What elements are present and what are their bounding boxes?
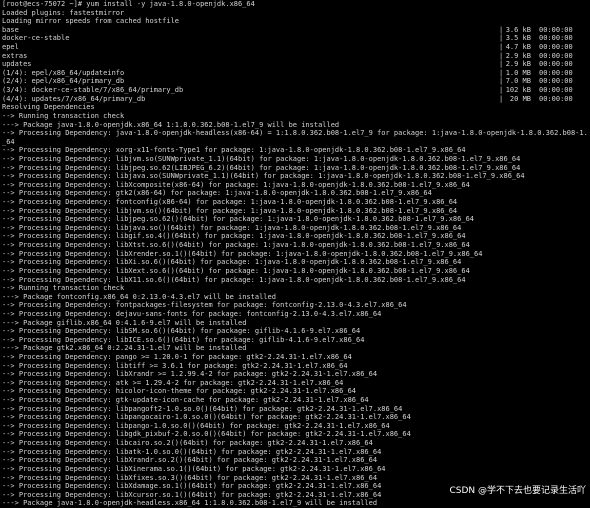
repo-time: 00:00:00	[539, 25, 573, 34]
repo-row: (2/4): epel/x86_64/primary_db | 7.0 MB 00:0…	[2, 77, 588, 86]
log-lines: Resolving Dependencies --> Running transa…	[2, 103, 588, 508]
repo-name: (2/4): epel/x86_64/primary_db	[2, 77, 125, 86]
log-line: --> Processing Dependency: libpangoft2-1…	[2, 404, 403, 413]
log-line: --> Processing Dependency: libXrandr.so.…	[2, 456, 378, 465]
log-line: Resolving Dependencies	[2, 103, 95, 112]
log-line: --> Processing Dependency: gtk2(x86-64) …	[2, 189, 432, 198]
repo-row: extras | 2.9 kB 00:00:00	[2, 52, 588, 61]
log-line: --> Processing Dependency: libcairo.so.2…	[2, 439, 373, 448]
repo-size: 1.0 MB	[505, 68, 531, 77]
log-line: --> Processing Dependency: libjvm.so()(6…	[2, 206, 458, 215]
log-line: --> Processing Dependency: java-1.8.0-op…	[2, 129, 588, 138]
plugins-line: Loaded plugins: fastestmirror	[2, 8, 125, 17]
log-line: --> Processing Dependency: libICE.so.6()…	[2, 335, 365, 344]
log-line: --> Processing Dependency: libjpeg.so.62…	[2, 215, 475, 224]
log-line: --> Processing Dependency: libXtst.so.6(…	[2, 241, 470, 250]
repo-row: (3/4): docker-ce-stable/7/x86_64/primary…	[2, 86, 588, 95]
repo-time: 00:00:00	[539, 94, 573, 103]
repo-time: 00:00:00	[539, 68, 573, 77]
log-line: ---> Package java-1.8.0-openjdk.x86_64 1…	[2, 120, 340, 129]
log-line: --> Processing Dependency: libjvm.so(SUN…	[2, 154, 521, 163]
repo-row: (4/4): updates/7/x86_64/primary_db | 20 MB…	[2, 95, 588, 104]
log-line: _64	[2, 137, 15, 146]
repo-size: 2.9 kB	[505, 51, 531, 60]
repo-name: epel	[2, 43, 19, 52]
log-line: ---> Package java-1.8.0-openjdk-headless…	[2, 499, 378, 508]
csdn-watermark: CSDN @学不下去也要记录生活吖	[449, 486, 586, 496]
log-line: --> Processing Dependency: libXinerama.s…	[2, 464, 386, 473]
log-line: --> Processing Dependency: libjava.so()(…	[2, 223, 462, 232]
log-line: --> Processing Dependency: libXrandr >= …	[2, 370, 378, 379]
log-line: --> Processing Dependency: libtiff >= 3.…	[2, 361, 348, 370]
prompt-line: [root@ecs-75072 ~]# yum install -y java-…	[2, 0, 255, 8]
log-line: --> Processing Dependency: libXext.so.6(…	[2, 266, 470, 275]
log-line: --> Processing Dependency: hicolor-icon-…	[2, 387, 357, 396]
log-line: --> Processing Dependency: gtk-update-ic…	[2, 396, 369, 405]
repo-time: 00:00:00	[539, 77, 573, 86]
repo-row: docker-ce-stable | 3.5 kB 00:00:00	[2, 34, 588, 43]
log-line: --> Processing Dependency: libSM.so.6()(…	[2, 327, 361, 336]
log-line: --> Processing Dependency: fontconfig(x8…	[2, 198, 458, 207]
terminal-output[interactable]: [root@ecs-75072 ~]# yum install -y java-…	[0, 0, 590, 507]
log-line: --> Processing Dependency: libgif.so.4()…	[2, 232, 466, 241]
log-line: ---> Package gtk2.x86_64 0:2.24.31-1.el7…	[2, 344, 247, 353]
repo-size: 20 MB	[509, 94, 531, 103]
repo-size: 7.0 MB	[505, 77, 531, 86]
repo-size: 2.9 kB	[505, 60, 531, 69]
log-line: --> Processing Dependency: libXi.so.6()(…	[2, 258, 462, 267]
mirror-line: Loading mirror speeds from cached hostfi…	[2, 17, 180, 26]
repo-name: (3/4): docker-ce-stable/7/x86_64/primary…	[2, 86, 184, 95]
repo-time: 00:00:00	[539, 51, 573, 60]
log-line: --> Processing Dependency: libXcomposite…	[2, 180, 470, 189]
repo-name: base	[2, 25, 19, 34]
repo-list: base | 3.6 kB 00:00:00 docker-ce-stable | 3.5 …	[2, 26, 588, 103]
log-line: --> Processing Dependency: libXrender.so…	[2, 249, 483, 258]
repo-row: updates | 2.9 kB 00:00:00	[2, 60, 588, 69]
log-line: --> Processing Dependency: fontpackages-…	[2, 301, 407, 310]
log-line: --> Processing Dependency: libjpeg.so.62…	[2, 163, 521, 172]
repo-name: updates	[2, 60, 32, 69]
log-line: --> Processing Dependency: pango >= 1.20…	[2, 352, 352, 361]
repo-time: 00:00:00	[539, 86, 573, 95]
log-line: --> Processing Dependency: dejavu-sans-f…	[2, 309, 382, 318]
repo-time: 00:00:00	[539, 60, 573, 69]
log-line: ---> Package giflib.x86_64 0:4.1.6-9.el7…	[2, 318, 247, 327]
repo-time: 00:00:00	[539, 43, 573, 52]
log-line: --> Processing Dependency: libpangocairo…	[2, 413, 411, 422]
repo-name: extras	[2, 51, 28, 60]
log-line: --> Processing Dependency: libgdk_pixbuf…	[2, 430, 411, 439]
log-line: --> Running transaction check	[2, 284, 125, 293]
log-line: --> Processing Dependency: xorg-x11-font…	[2, 146, 466, 155]
repo-row: (1/4): epel/x86_64/updateinfo | 1.0 MB 00:0…	[2, 69, 588, 78]
log-line: --> Processing Dependency: libjava.so(SU…	[2, 172, 525, 181]
repo-name: (1/4): epel/x86_64/updateinfo	[2, 68, 125, 77]
repo-size: 4.7 kB	[505, 43, 531, 52]
log-line: --> Processing Dependency: libXfixes.so.…	[2, 473, 378, 482]
repo-name: docker-ce-stable	[2, 34, 70, 43]
repo-time: 00:00:00	[539, 34, 573, 43]
log-line: ---> Package fontconfig.x86_64 0:2.13.0-…	[2, 292, 276, 301]
repo-size: 102 kB	[505, 86, 531, 95]
repo-row: base | 3.6 kB 00:00:00	[2, 26, 588, 35]
repo-row: epel | 4.7 kB 00:00:00	[2, 43, 588, 52]
log-line: --> Processing Dependency: libX11.so.6()…	[2, 275, 466, 284]
repo-name: (4/4): updates/7/x86_64/primary_db	[2, 94, 146, 103]
repo-size: 3.5 kB	[505, 34, 531, 43]
log-line: --> Processing Dependency: libatk-1.0.so…	[2, 447, 382, 456]
repo-size: 3.6 kB	[505, 25, 531, 34]
log-line: --> Processing Dependency: libpango-1.0.…	[2, 421, 390, 430]
log-line: --> Processing Dependency: atk >= 1.29.4…	[2, 378, 344, 387]
log-line: --> Running transaction check	[2, 111, 125, 120]
